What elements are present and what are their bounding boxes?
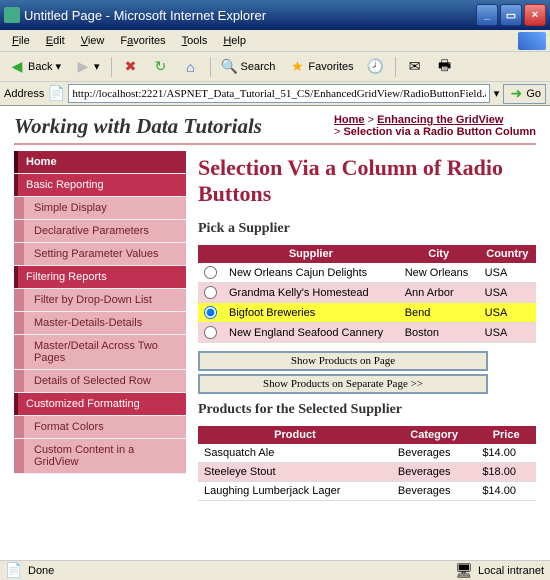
- supplier-row[interactable]: New Orleans Cajun Delights New Orleans U…: [198, 263, 536, 283]
- menu-file[interactable]: File: [4, 33, 38, 49]
- search-button[interactable]: 🔍Search: [217, 56, 281, 78]
- home-button[interactable]: ⌂: [178, 56, 204, 78]
- main-content: Selection Via a Column of Radio Buttons …: [198, 151, 536, 501]
- product-row: Steeleye StoutBeverages$18.00: [198, 463, 536, 482]
- supplier-row[interactable]: Grandma Kelly's Homestead Ann Arbor USA: [198, 283, 536, 303]
- nav-custom-content-gridview[interactable]: Custom Content in a GridView: [14, 439, 186, 473]
- window-title: Untitled Page - Microsoft Internet Explo…: [24, 8, 474, 23]
- menu-help[interactable]: Help: [215, 33, 254, 49]
- back-button[interactable]: ◀Back▾: [4, 56, 66, 78]
- toolbar: ◀Back▾ ▶▾ ✖ ↻ ⌂ 🔍Search ★Favorites 🕗 ✉ 🖶: [0, 52, 550, 82]
- col-product: Product: [198, 426, 392, 444]
- chevron-down-icon: ▾: [94, 60, 100, 73]
- refresh-button[interactable]: ↻: [148, 56, 174, 78]
- minimize-button[interactable]: _: [476, 4, 498, 26]
- breadcrumb-home[interactable]: Home: [334, 114, 365, 126]
- show-products-on-page-button[interactable]: Show Products on Page: [198, 351, 488, 371]
- history-icon: 🕗: [368, 59, 384, 75]
- search-icon: 🔍: [222, 59, 238, 75]
- page-icon: 📄: [48, 86, 64, 102]
- menu-tools[interactable]: Tools: [174, 33, 216, 49]
- nav-filtering-reports[interactable]: Filtering Reports: [14, 266, 186, 288]
- nav-master-detail-two-pages[interactable]: Master/Detail Across Two Pages: [14, 335, 186, 369]
- window-titlebar: Untitled Page - Microsoft Internet Explo…: [0, 0, 550, 30]
- product-row: Sasquatch AleBeverages$14.00: [198, 444, 536, 463]
- supplier-radio[interactable]: [204, 306, 217, 319]
- page-content: Working with Data Tutorials Home > Enhan…: [0, 106, 550, 560]
- nav-details-selected-row[interactable]: Details of Selected Row: [14, 370, 186, 392]
- menu-favorites[interactable]: Favorites: [112, 33, 173, 49]
- breadcrumb: Home > Enhancing the GridView > Selectio…: [334, 114, 536, 139]
- done-icon: 📄: [6, 563, 22, 579]
- breadcrumb-current: Selection via a Radio Button Column: [343, 126, 536, 138]
- security-zone: Local intranet: [478, 565, 544, 577]
- product-row: Laughing Lumberjack LagerBeverages$14.00: [198, 482, 536, 501]
- stop-button[interactable]: ✖: [118, 56, 144, 78]
- stop-icon: ✖: [123, 59, 139, 75]
- col-country: Country: [479, 245, 536, 263]
- chevron-down-icon: ▾: [55, 60, 61, 73]
- suppliers-grid: Supplier City Country New Orleans Cajun …: [198, 245, 536, 343]
- page-title: Selection Via a Column of Radio Buttons: [198, 155, 536, 207]
- nav-customized-formatting[interactable]: Customized Formatting: [14, 393, 186, 415]
- breadcrumb-section[interactable]: Enhancing the GridView: [377, 114, 503, 126]
- ie-logo-icon: [518, 32, 546, 50]
- dropdown-icon[interactable]: ▾: [494, 87, 500, 100]
- nav-master-details-details[interactable]: Master-Details-Details: [14, 312, 186, 334]
- supplier-row-selected[interactable]: Bigfoot Breweries Bend USA: [198, 303, 536, 323]
- supplier-row[interactable]: New England Seafood Cannery Boston USA: [198, 323, 536, 343]
- col-category: Category: [392, 426, 476, 444]
- menu-bar: File Edit View Favorites Tools Help: [0, 30, 550, 52]
- back-icon: ◀: [9, 59, 25, 75]
- ie-icon: [4, 7, 20, 23]
- supplier-radio[interactable]: [204, 326, 217, 339]
- menu-view[interactable]: View: [73, 33, 113, 49]
- go-icon: ➜: [508, 86, 524, 102]
- nav-basic-reporting[interactable]: Basic Reporting: [14, 174, 186, 196]
- star-icon: ★: [289, 59, 305, 75]
- address-label: Address: [4, 88, 44, 100]
- close-button[interactable]: ×: [524, 4, 546, 26]
- section-pick-supplier: Pick a Supplier: [198, 221, 536, 237]
- nav-setting-parameter-values[interactable]: Setting Parameter Values: [14, 243, 186, 265]
- forward-icon: ▶: [75, 59, 91, 75]
- home-icon: ⌂: [183, 59, 199, 75]
- mail-icon: ✉: [407, 59, 423, 75]
- refresh-icon: ↻: [153, 59, 169, 75]
- print-button[interactable]: 🖶: [432, 56, 458, 78]
- sidebar: Home Basic Reporting Simple Display Decl…: [14, 151, 186, 501]
- site-title: Working with Data Tutorials: [14, 114, 334, 139]
- mail-button[interactable]: ✉: [402, 56, 428, 78]
- show-products-separate-page-button[interactable]: Show Products on Separate Page >>: [198, 374, 488, 394]
- col-city: City: [399, 245, 479, 263]
- nav-format-colors[interactable]: Format Colors: [14, 416, 186, 438]
- menu-edit[interactable]: Edit: [38, 33, 73, 49]
- history-button[interactable]: 🕗: [363, 56, 389, 78]
- nav-declarative-parameters[interactable]: Declarative Parameters: [14, 220, 186, 242]
- address-bar: Address 📄 ▾ ➜Go: [0, 82, 550, 106]
- nav-home[interactable]: Home: [14, 151, 186, 173]
- address-input[interactable]: [68, 84, 489, 103]
- products-grid: Product Category Price Sasquatch AleBeve…: [198, 426, 536, 501]
- status-bar: 📄 Done 🖥 Local intranet: [0, 560, 550, 580]
- status-text: Done: [28, 565, 54, 577]
- supplier-radio[interactable]: [204, 266, 217, 279]
- nav-simple-display[interactable]: Simple Display: [14, 197, 186, 219]
- restore-button[interactable]: ▭: [500, 4, 522, 26]
- col-price: Price: [476, 426, 536, 444]
- supplier-radio[interactable]: [204, 286, 217, 299]
- zone-icon: 🖥: [456, 563, 472, 579]
- section-products: Products for the Selected Supplier: [198, 402, 536, 418]
- nav-filter-dropdown[interactable]: Filter by Drop-Down List: [14, 289, 186, 311]
- forward-button[interactable]: ▶▾: [70, 56, 105, 78]
- print-icon: 🖶: [437, 59, 453, 75]
- col-supplier: Supplier: [223, 245, 399, 263]
- go-button[interactable]: ➜Go: [503, 84, 546, 104]
- favorites-button[interactable]: ★Favorites: [284, 56, 358, 78]
